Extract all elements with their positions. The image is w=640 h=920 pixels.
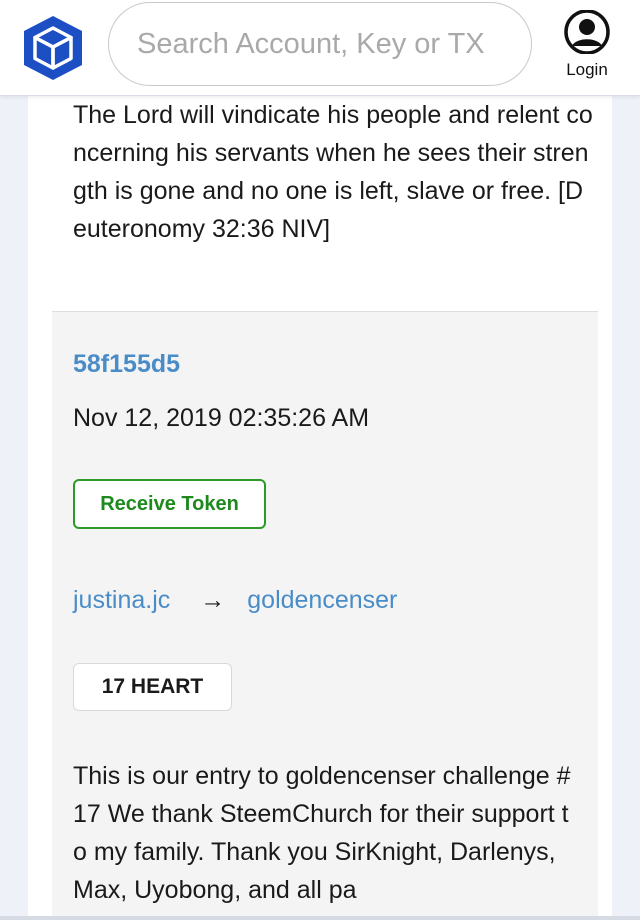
transaction-hash-link[interactable]: 58f155d5	[73, 350, 180, 379]
previous-memo-text: The Lord will vindicate his people and r…	[73, 101, 593, 243]
from-account-link[interactable]: justina.jc	[73, 586, 170, 615]
page-divider	[0, 916, 640, 920]
user-account-icon	[564, 10, 610, 54]
transfer-row: justina.jc → goldencenser	[73, 586, 397, 615]
transaction-timestamp: Nov 12, 2019 02:35:26 AM	[73, 404, 370, 432]
transaction-item: 58f155d5 Nov 12, 2019 02:35:26 AM Receiv…	[52, 311, 598, 920]
token-amount-badge: 17 HEART	[73, 663, 232, 711]
operation-badge: Receive Token	[73, 479, 266, 529]
arrow-right-icon: →	[200, 586, 226, 614]
app-header: Login	[0, 0, 640, 96]
cube-logo-icon[interactable]	[22, 14, 84, 82]
search-input[interactable]	[108, 2, 532, 86]
login-label: Login	[566, 60, 608, 79]
to-account-link[interactable]: goldencenser	[247, 586, 397, 615]
transaction-memo: This is our entry to goldencenser challe…	[73, 762, 571, 904]
transaction-card: The Lord will vindicate his people and r…	[28, 96, 612, 920]
login-button[interactable]: Login	[556, 10, 618, 86]
